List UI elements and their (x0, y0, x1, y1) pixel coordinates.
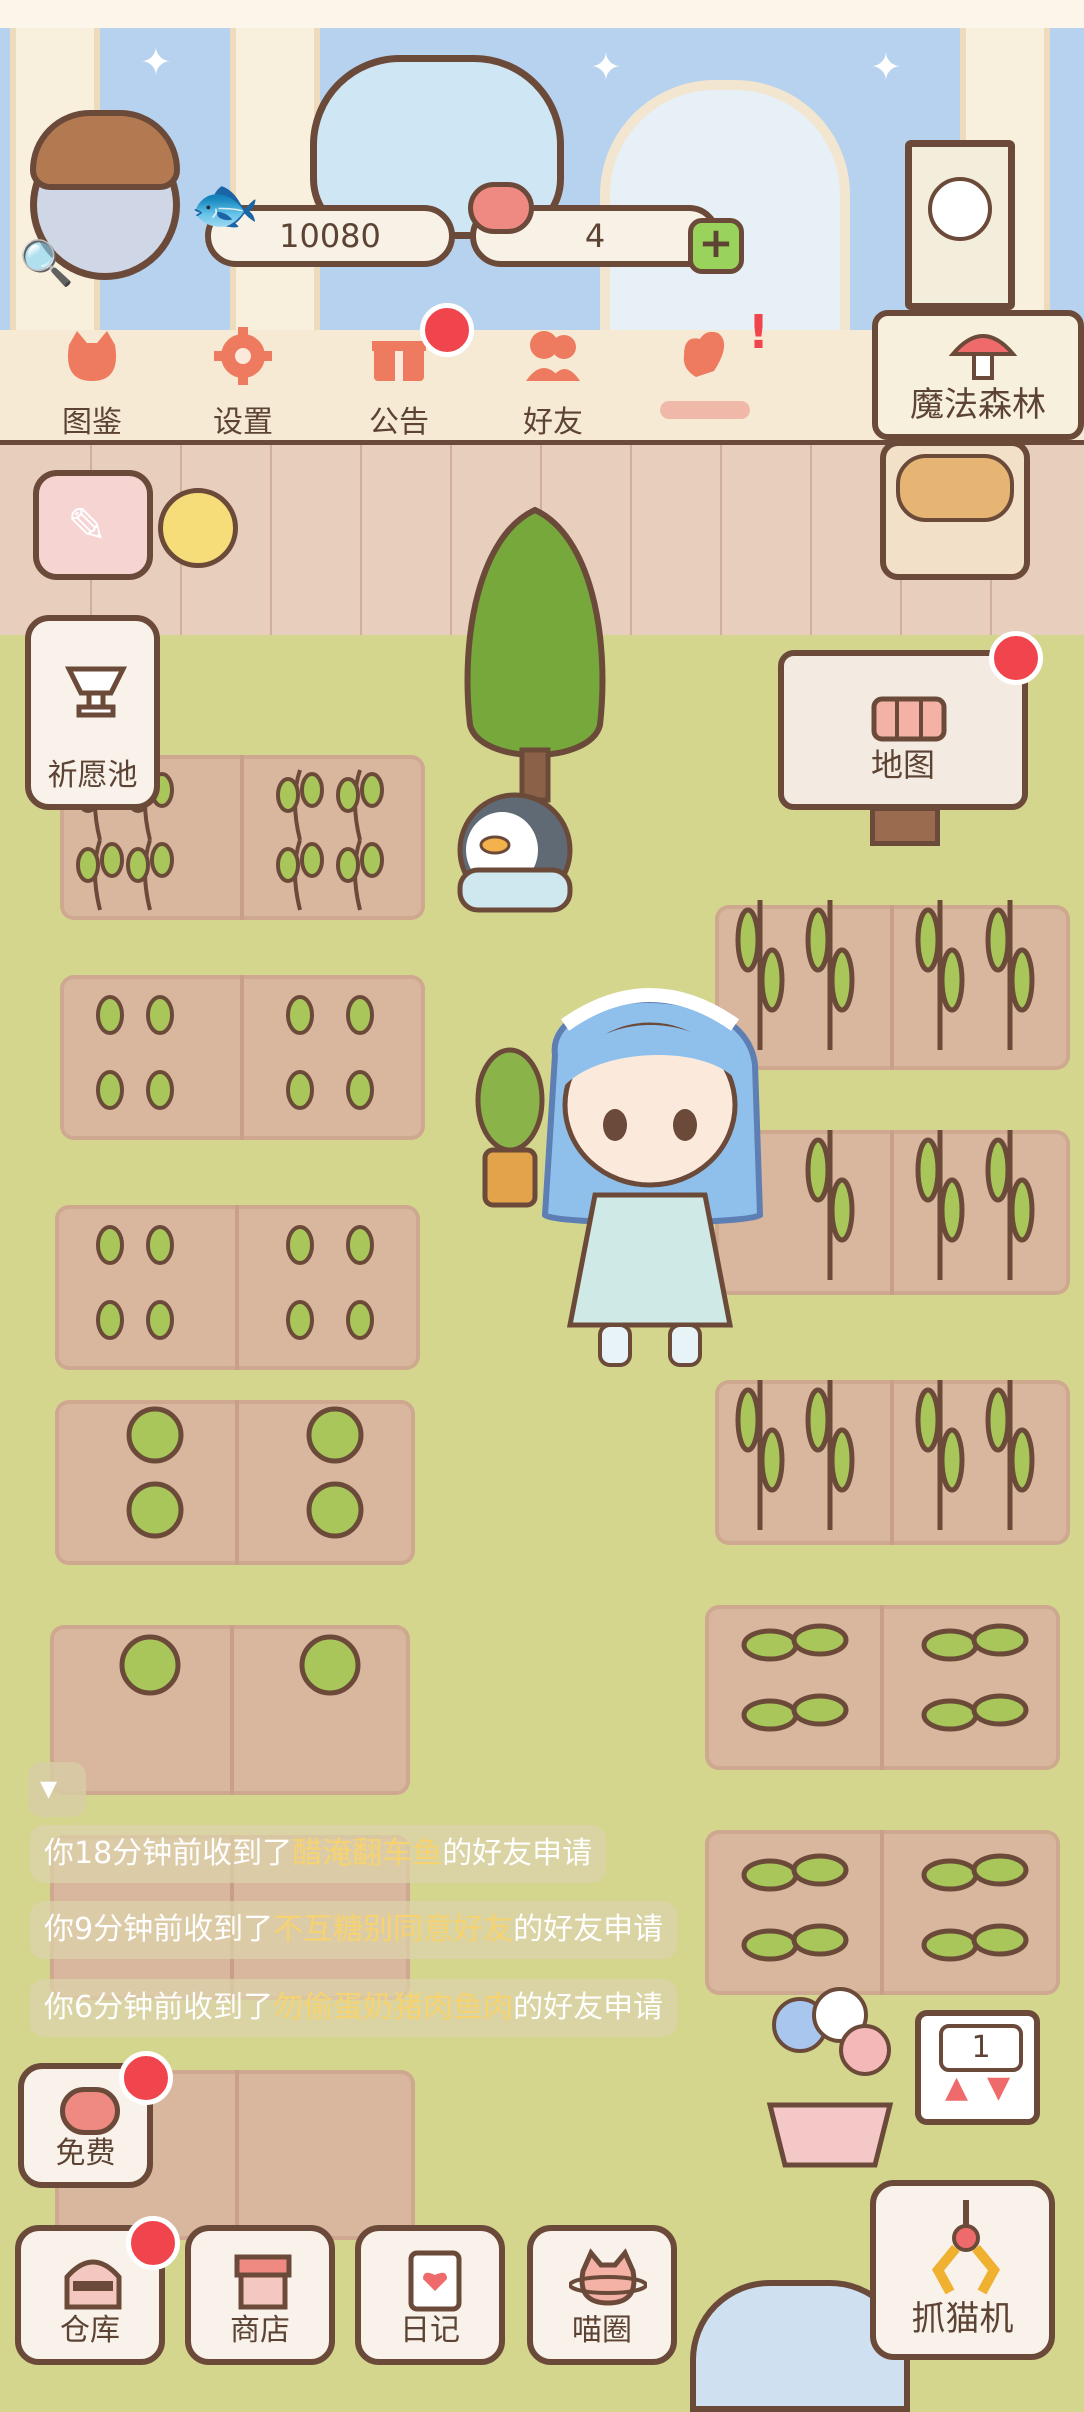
friends-icon (526, 331, 580, 381)
mushroom-icon (948, 334, 1018, 380)
menu-friends-button[interactable]: 好友 (488, 325, 618, 440)
menu-announcement-button[interactable]: 公告 (334, 303, 474, 440)
search-icon[interactable]: 🔍 (19, 237, 74, 289)
menu-catalog-label: 图鉴 (62, 405, 122, 440)
magic-forest-button[interactable]: 魔法森林 (872, 310, 1084, 440)
gear-icon (214, 327, 272, 385)
notification-badge (119, 2051, 173, 2105)
free-label: 免费 (55, 2136, 116, 2171)
requester-name[interactable]: 勿偷蛋奶猪肉鱼肉 (273, 1990, 513, 2025)
menu-catalog-button[interactable]: 图鉴 (27, 325, 157, 440)
chat-collapse-button[interactable]: ▾ (28, 1762, 86, 1817)
potted-plant-icon (475, 1047, 545, 1208)
arrow-down-icon[interactable]: ▼ (987, 2070, 1010, 2105)
meow-circle-label: 喵圈 (572, 2313, 632, 2348)
panda-scroll-icon[interactable] (905, 140, 1015, 310)
menu-likes-button[interactable]: ! (640, 305, 770, 435)
penguin-npc[interactable] (440, 780, 590, 920)
elevator-floor-indicator: 1 (939, 2024, 1023, 2072)
cat-book-icon (67, 331, 117, 381)
requester-name[interactable]: 不互糖别同意好友 (273, 1912, 513, 1947)
fountain-icon (64, 666, 128, 718)
coin-value: 10080 (279, 217, 381, 255)
seedlings-icon (96, 1225, 374, 1340)
arrow-up-icon[interactable]: ▲ (945, 2070, 968, 2105)
diary-button[interactable]: 日记 (355, 2225, 505, 2365)
requester-name[interactable]: 醋淹翻车鱼 (292, 1836, 442, 1871)
shop-icon (234, 2254, 292, 2310)
tree-icon (464, 506, 606, 803)
seedlings-icon (96, 995, 374, 1110)
cat-planet-icon (569, 2248, 647, 2306)
meow-circle-button[interactable]: 喵圈 (527, 2225, 677, 2365)
diary-icon (408, 2250, 462, 2312)
friend-request-message: 你6分钟前收到了勿偷蛋奶猪肉鱼肉的好友申请 (30, 1979, 678, 2037)
pencil-icon: ✎ (67, 498, 108, 554)
claw-icon (931, 2200, 1001, 2295)
sparkle-icon: ✦ (140, 40, 172, 84)
notification-badge (989, 631, 1043, 685)
diary-label: 日记 (400, 2313, 460, 2348)
warehouse-button[interactable]: 仓库 (15, 2216, 180, 2365)
sparkle-icon: ✦ (870, 45, 902, 89)
claw-machine-button[interactable]: 抓猫机 (870, 2180, 1055, 2360)
claw-machine-label: 抓猫机 (911, 2299, 1014, 2339)
wish-pool-button[interactable]: 祈愿池 (25, 615, 160, 810)
heart-icon (468, 182, 534, 234)
shop-button[interactable]: 商店 (185, 2225, 335, 2365)
magic-forest-label: 魔法森林 (910, 385, 1046, 425)
notification-badge (126, 2216, 180, 2270)
warehouse-icon (64, 2259, 122, 2310)
warehouse-label: 仓库 (60, 2313, 120, 2348)
wish-pool-label: 祈愿池 (47, 758, 138, 793)
note-calendar-button[interactable]: ✎ (33, 470, 153, 580)
menu-announcement-label: 公告 (369, 405, 429, 440)
shop-label: 商店 (230, 2313, 290, 2348)
bread-basket-button[interactable] (880, 440, 1030, 580)
free-gift-button[interactable]: 免费 (18, 2051, 173, 2188)
notification-badge (420, 303, 474, 357)
alert-exclamation-icon: ! (748, 305, 769, 359)
map-button[interactable]: 地图 (778, 631, 1043, 810)
add-hearts-button[interactable]: + (688, 218, 744, 274)
chevron-down-icon: ▾ (40, 1768, 58, 1808)
map-label: 地图 (870, 746, 935, 784)
flower-pot-icon (766, 1987, 894, 2168)
leafy-plants-icon (119, 1406, 364, 1696)
player-character[interactable] (515, 965, 785, 1385)
map-sign-post (870, 806, 940, 846)
sparkle-icon: ✦ (590, 45, 622, 89)
likes-progress-bar (660, 401, 750, 419)
hamster-npc[interactable] (158, 488, 238, 568)
heart-hand-icon (683, 331, 725, 377)
menu-friends-label: 好友 (523, 405, 583, 440)
menu-settings-label: 设置 (213, 405, 273, 440)
menu-settings-button[interactable]: 设置 (178, 325, 308, 440)
heart-value: 4 (584, 217, 606, 255)
elevator-button[interactable]: 1 ▲ ▼ (915, 2010, 1040, 2125)
bread-icon (896, 454, 1014, 522)
friend-request-message: 你18分钟前收到了醋淹翻车鱼的好友申请 (30, 1825, 607, 1883)
friend-request-message: 你9分钟前收到了不互糖别同意好友的好友申请 (30, 1901, 678, 1959)
status-bar (0, 0, 1084, 28)
map-icon (871, 696, 947, 742)
fish-coin-icon: 🐟 (190, 173, 260, 238)
sprout-plants-icon (741, 1623, 1029, 1962)
